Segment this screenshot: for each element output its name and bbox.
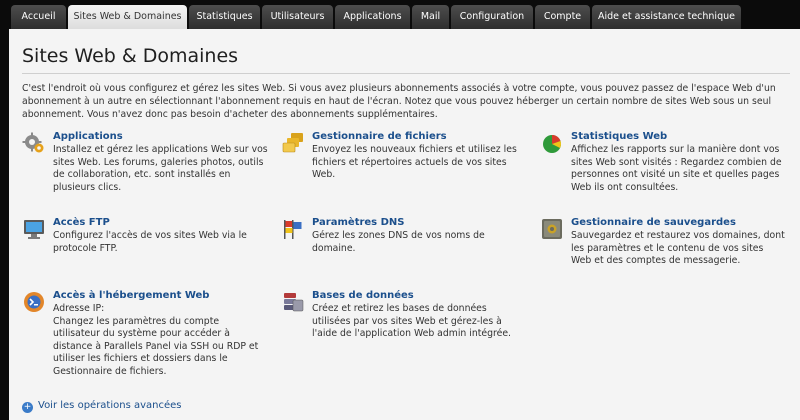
content-panel: Sites Web & Domaines C'est l'endroit où … xyxy=(9,29,800,420)
intro-text: C'est l'endroit où vous configurez et gé… xyxy=(22,83,776,120)
safe-icon[interactable] xyxy=(540,217,564,241)
ftp-access-description: Configurez l'accès de vos sites Web via … xyxy=(53,230,247,254)
main-tab-bar: Accueil Sites Web & Domaines Statistique… xyxy=(0,0,800,30)
file-manager-link[interactable]: Gestionnaire de fichiers xyxy=(312,131,447,142)
tab-applications[interactable]: Applications xyxy=(335,5,410,29)
monitor-icon[interactable] xyxy=(22,217,46,241)
gear-icon[interactable] xyxy=(22,131,46,155)
tab-compte[interactable]: Compte xyxy=(535,5,590,29)
file-manager-description: Envoyez les nouveaux fichiers et utilise… xyxy=(312,144,517,180)
databases-link[interactable]: Bases de données xyxy=(312,290,414,301)
applications-link[interactable]: Applications xyxy=(53,131,123,142)
tab-utilisateurs[interactable]: Utilisateurs xyxy=(262,5,333,29)
dns-settings-link[interactable]: Paramètres DNS xyxy=(312,217,405,228)
title-divider xyxy=(22,73,790,74)
hosting-access-link[interactable]: Accès à l'hébergement Web xyxy=(53,290,209,301)
tab-statistiques[interactable]: Statistiques xyxy=(189,5,260,29)
folders-icon[interactable] xyxy=(281,131,305,155)
databases-description: Créez et retirez les bases de données ut… xyxy=(312,303,512,339)
applications-description: Installez et gérez les applications Web … xyxy=(53,144,268,193)
web-stats-link[interactable]: Statistiques Web xyxy=(571,131,667,142)
flags-icon[interactable] xyxy=(281,217,305,241)
backup-manager-link[interactable]: Gestionnaire de sauvegardes xyxy=(571,217,736,228)
page: Accueil Sites Web & Domaines Statistique… xyxy=(0,0,800,420)
pie-chart-icon[interactable] xyxy=(540,131,564,155)
shell-icon[interactable] xyxy=(22,290,46,314)
page-title: Sites Web & Domaines xyxy=(22,45,239,67)
ftp-access-link[interactable]: Accès FTP xyxy=(53,217,110,228)
backup-manager-description: Sauvegardez et restaurez vos domaines, d… xyxy=(571,230,785,266)
advanced-operations-link[interactable]: + Voir les opérations avancées xyxy=(22,400,182,413)
tab-sites-web-domaines[interactable]: Sites Web & Domaines xyxy=(68,5,187,30)
web-stats-description: Affichez les rapports sur la manière don… xyxy=(571,144,782,193)
database-icon[interactable] xyxy=(281,290,305,314)
hosting-access-description: Adresse IP: Changez les paramètres du co… xyxy=(53,303,259,377)
advanced-operations-label: Voir les opérations avancées xyxy=(38,400,182,411)
tab-accueil[interactable]: Accueil xyxy=(11,5,66,29)
expand-plus-icon: + xyxy=(22,402,33,413)
tab-aide-assistance[interactable]: Aide et assistance technique xyxy=(592,5,741,29)
dns-settings-description: Gérez les zones DNS de vos noms de domai… xyxy=(312,230,485,254)
tab-configuration[interactable]: Configuration xyxy=(451,5,533,29)
tab-mail[interactable]: Mail xyxy=(412,5,449,29)
